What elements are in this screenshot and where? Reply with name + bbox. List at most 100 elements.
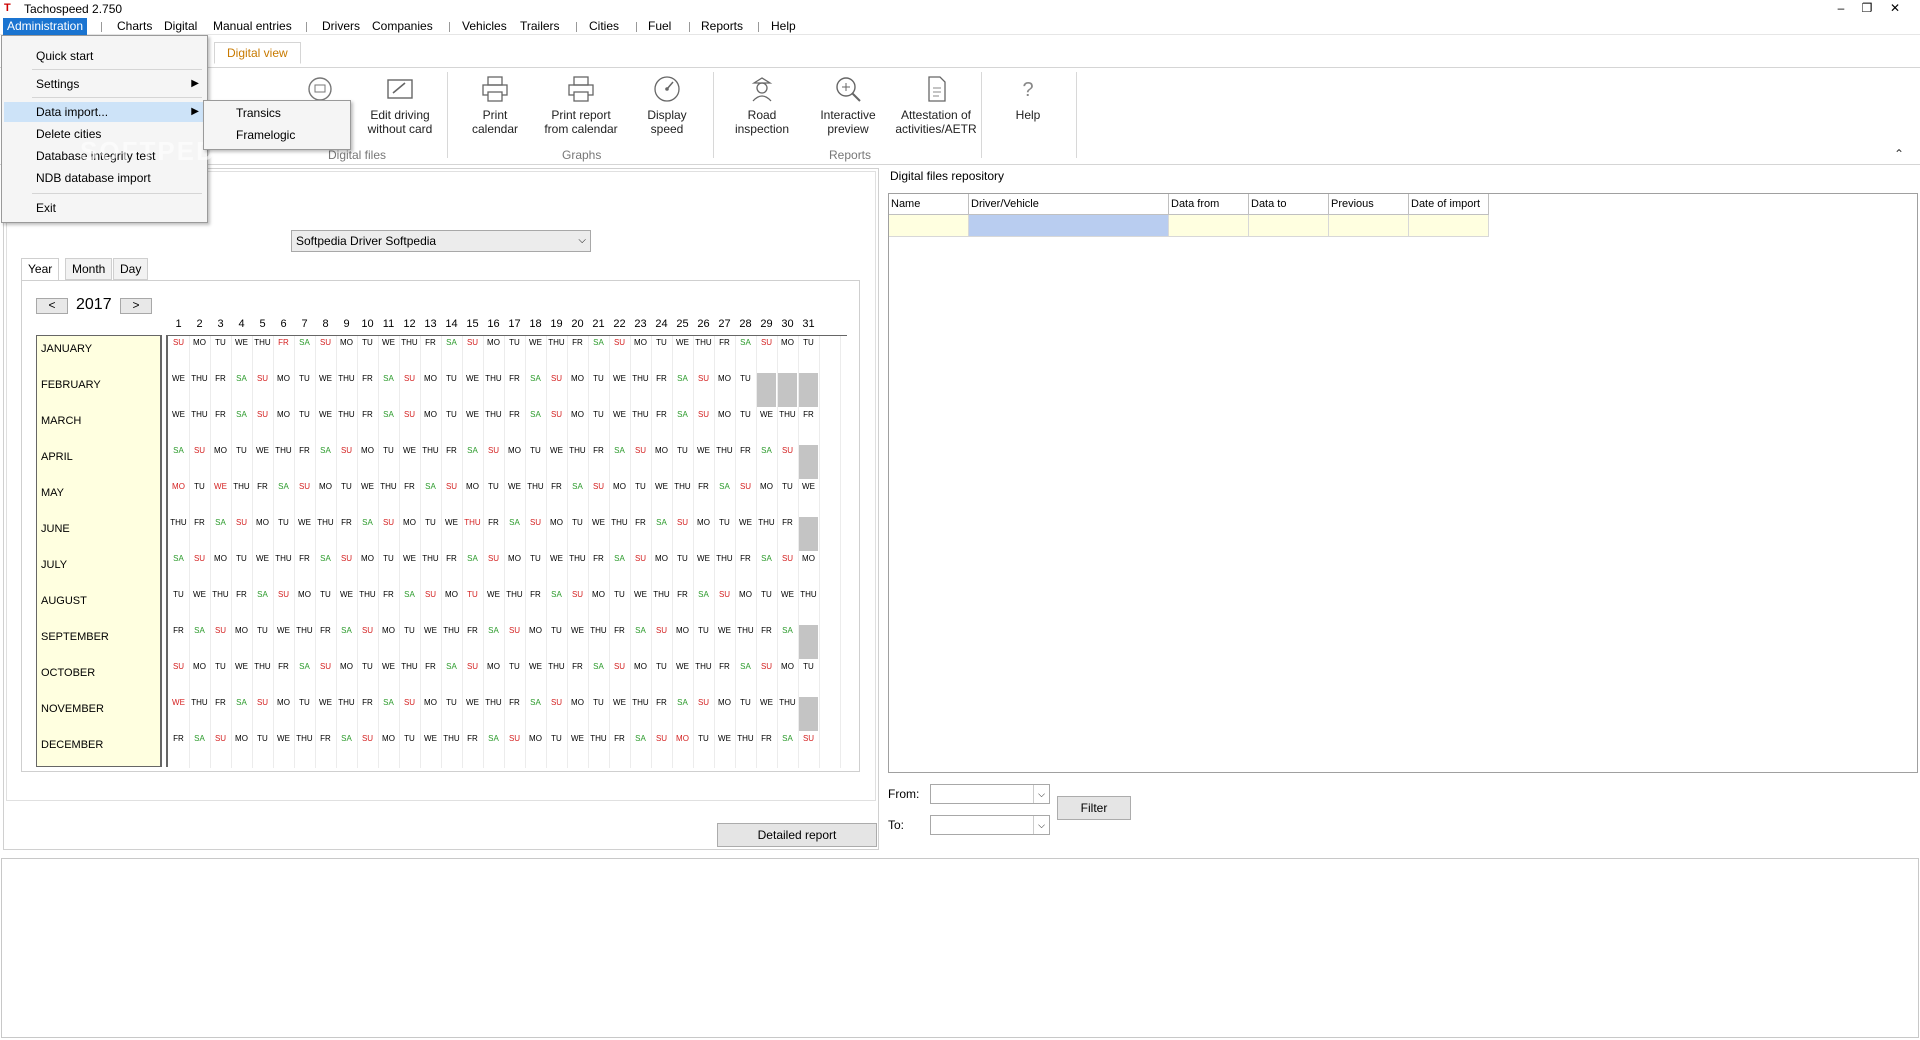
calendar-day-cell[interactable]: SA <box>168 554 189 564</box>
calendar-day-cell[interactable]: MO <box>210 446 231 456</box>
calendar-day-cell[interactable]: FR <box>462 626 483 636</box>
calendar-day-cell[interactable]: TU <box>273 518 294 528</box>
calendar-day-cell[interactable]: MO <box>357 446 378 456</box>
calendar-day-cell[interactable]: TU <box>294 698 315 708</box>
calendar-day-cell[interactable]: SA <box>210 518 231 528</box>
calendar-day-cell[interactable]: MO <box>567 410 588 420</box>
calendar-day-cell[interactable]: WE <box>420 734 441 744</box>
calendar-day-cell[interactable]: SU <box>609 662 630 672</box>
calendar-day-cell[interactable]: SA <box>588 662 609 672</box>
calendar-day-cell[interactable]: MO <box>672 626 693 636</box>
calendar-day-cell[interactable]: SA <box>315 446 336 456</box>
calendar-day-cell[interactable]: SU <box>399 698 420 708</box>
calendar-day-cell[interactable]: TU <box>210 662 231 672</box>
calendar-day-cell[interactable]: SU <box>693 374 714 384</box>
calendar-day-cell[interactable]: TU <box>336 482 357 492</box>
calendar-day-cell[interactable]: TU <box>378 446 399 456</box>
calendar-day-cell[interactable]: SA <box>756 554 777 564</box>
calendar-day-cell[interactable]: TU <box>735 410 756 420</box>
calendar-day-cell[interactable]: SU <box>777 554 798 564</box>
calendar-day-cell[interactable]: MO <box>735 590 756 600</box>
calendar-day-cell[interactable]: SU <box>273 590 294 600</box>
calendar-day-cell[interactable]: MO <box>630 662 651 672</box>
menu-item-quick-start[interactable]: Quick start <box>4 46 205 66</box>
calendar-day-cell[interactable]: SU <box>651 626 672 636</box>
calendar-day-cell[interactable]: THU <box>420 554 441 564</box>
calendar-day-cell[interactable]: MO <box>588 590 609 600</box>
calendar-day-cell[interactable]: MO <box>546 518 567 528</box>
calendar-day-cell[interactable]: MO <box>525 626 546 636</box>
calendar-day-cell[interactable]: SA <box>441 662 462 672</box>
calendar-day-cell[interactable]: FR <box>714 662 735 672</box>
calendar-day-cell[interactable]: FR <box>609 734 630 744</box>
table-cell[interactable] <box>1169 215 1249 237</box>
menu-item-data-import[interactable]: Data import... ▶ <box>4 102 205 122</box>
calendar-day-cell[interactable]: TU <box>252 626 273 636</box>
calendar-day-cell[interactable]: THU <box>483 698 504 708</box>
calendar-day-cell[interactable]: SA <box>189 626 210 636</box>
calendar-day-cell[interactable]: SU <box>315 662 336 672</box>
attestation-button[interactable]: Attestation of activities/AETR <box>890 74 982 136</box>
calendar-day-cell[interactable]: SA <box>378 698 399 708</box>
calendar-day-cell[interactable]: SU <box>252 410 273 420</box>
calendar-day-cell[interactable]: SA <box>315 554 336 564</box>
calendar-day-cell[interactable]: SA <box>294 662 315 672</box>
calendar-day-cell[interactable]: SU <box>483 554 504 564</box>
calendar-day-cell[interactable]: TU <box>294 374 315 384</box>
calendar-day-cell[interactable]: SU <box>210 734 231 744</box>
calendar-day-cell[interactable]: SA <box>252 590 273 600</box>
calendar-day-cell[interactable]: THU <box>378 482 399 492</box>
driver-select[interactable]: Softpedia Driver Softpedia ⌵ <box>291 230 591 252</box>
previous-year-button[interactable]: < <box>36 298 68 314</box>
calendar-day-cell[interactable]: TU <box>504 338 525 348</box>
calendar-day-cell[interactable]: FR <box>567 338 588 348</box>
calendar-day-cell[interactable]: MO <box>294 590 315 600</box>
calendar-day-cell[interactable]: SA <box>735 338 756 348</box>
calendar-day-cell[interactable]: MO <box>504 446 525 456</box>
calendar-day-cell[interactable]: WE <box>294 518 315 528</box>
calendar-day-cell[interactable]: WE <box>378 338 399 348</box>
calendar-day-cell[interactable]: FR <box>336 518 357 528</box>
calendar-day-cell[interactable]: TU <box>777 482 798 492</box>
calendar-day-cell[interactable]: MO <box>378 626 399 636</box>
calendar-day-cell[interactable]: SA <box>504 518 525 528</box>
calendar-day-cell[interactable]: TU <box>630 482 651 492</box>
calendar-day-cell[interactable]: MO <box>483 338 504 348</box>
detailed-report-button[interactable]: Detailed report <box>717 823 877 847</box>
calendar-day-cell[interactable]: MO <box>231 734 252 744</box>
calendar-day-cell[interactable]: MO <box>273 698 294 708</box>
calendar-day-cell[interactable]: MO <box>651 446 672 456</box>
calendar-day-cell[interactable]: THU <box>231 482 252 492</box>
calendar-day-cell[interactable]: WE <box>630 590 651 600</box>
calendar-day-cell[interactable]: TU <box>189 482 210 492</box>
menu-administration[interactable]: Administration <box>3 18 88 35</box>
calendar-day-cell[interactable]: WE <box>525 662 546 672</box>
calendar-day-cell[interactable]: MO <box>651 554 672 564</box>
calendar-day-cell[interactable]: SA <box>378 410 399 420</box>
calendar-day-cell[interactable]: WE <box>756 698 777 708</box>
calendar-day-cell[interactable]: THU <box>693 338 714 348</box>
calendar-day-cell[interactable]: WE <box>525 338 546 348</box>
calendar-day-cell[interactable]: WE <box>252 554 273 564</box>
calendar-day-cell[interactable]: SA <box>294 338 315 348</box>
calendar-day-cell[interactable]: WE <box>273 626 294 636</box>
calendar-day-cell[interactable]: MO <box>315 482 336 492</box>
calendar-day-cell[interactable]: SA <box>357 518 378 528</box>
calendar-day-cell[interactable]: TU <box>231 446 252 456</box>
menu-item-settings[interactable]: Settings ▶ <box>4 74 205 94</box>
column-header-name[interactable]: Name <box>889 194 969 215</box>
calendar-day-cell[interactable]: SA <box>777 626 798 636</box>
calendar-day-cell[interactable]: SU <box>504 734 525 744</box>
calendar-day-cell[interactable]: FR <box>609 626 630 636</box>
calendar-day-cell[interactable]: THU <box>462 518 483 528</box>
calendar-day-cell[interactable]: TU <box>546 734 567 744</box>
calendar-day-cell[interactable]: WE <box>798 482 819 492</box>
calendar-day-cell[interactable]: SA <box>231 410 252 420</box>
calendar-day-cell[interactable]: WE <box>462 374 483 384</box>
calendar-day-cell[interactable]: MO <box>441 590 462 600</box>
calendar-day-cell[interactable]: THU <box>273 446 294 456</box>
calendar-day-cell[interactable]: TU <box>441 410 462 420</box>
calendar-day-cell[interactable]: SA <box>420 482 441 492</box>
calendar-day-cell[interactable]: SU <box>252 698 273 708</box>
calendar-day-cell[interactable]: WE <box>378 662 399 672</box>
